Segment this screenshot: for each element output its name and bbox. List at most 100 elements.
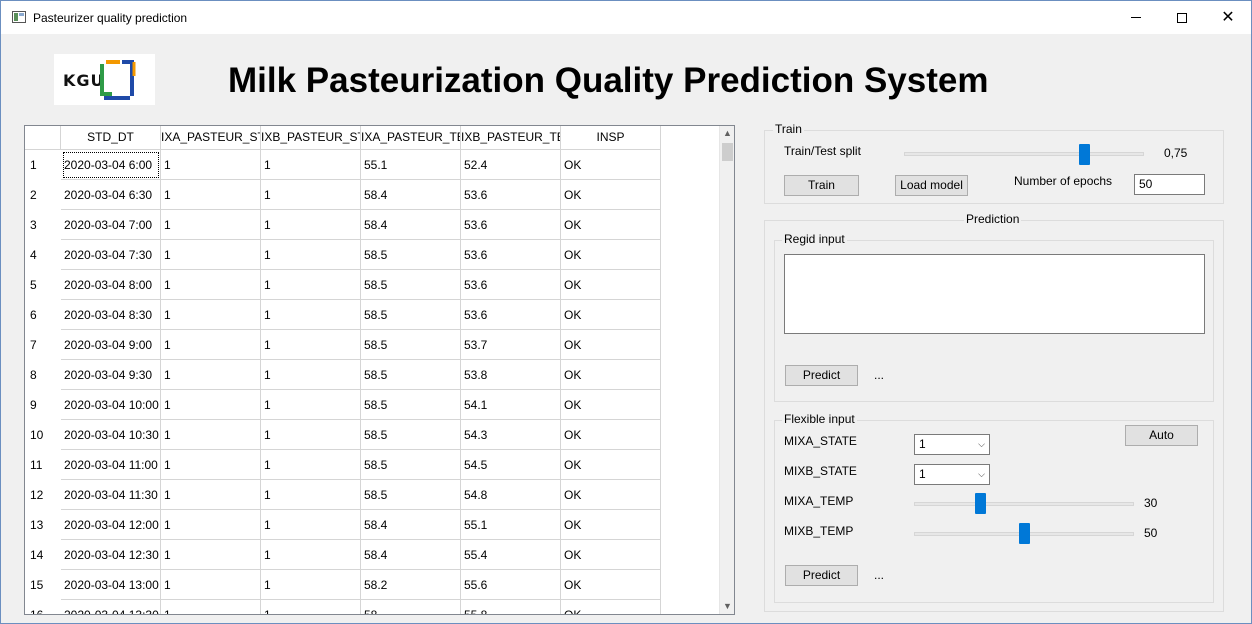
- table-cell[interactable]: 2020-03-04 10:00: [61, 390, 161, 420]
- table-row[interactable]: 12 2020-03-04 11:30 1 1 58.5 54.8 OK: [25, 480, 661, 510]
- row-number[interactable]: 9: [25, 390, 61, 420]
- split-slider-track[interactable]: [904, 152, 1144, 156]
- row-header-corner[interactable]: [25, 126, 61, 150]
- table-cell[interactable]: OK: [561, 450, 661, 480]
- table-cell[interactable]: 1: [161, 570, 261, 600]
- table-cell[interactable]: 1: [161, 420, 261, 450]
- train-button[interactable]: Train: [784, 175, 859, 196]
- table-cell[interactable]: 1: [261, 210, 361, 240]
- table-cell[interactable]: OK: [561, 330, 661, 360]
- row-number[interactable]: 11: [25, 450, 61, 480]
- maximize-button[interactable]: [1159, 1, 1205, 34]
- table-cell[interactable]: 55.1: [461, 510, 561, 540]
- table-row[interactable]: 14 2020-03-04 12:30 1 1 58.4 55.4 OK: [25, 540, 661, 570]
- table-cell[interactable]: 1: [161, 300, 261, 330]
- table-cell[interactable]: OK: [561, 510, 661, 540]
- table-cell[interactable]: 54.1: [461, 390, 561, 420]
- table-cell[interactable]: 1: [261, 390, 361, 420]
- table-cell[interactable]: 2020-03-04 10:30: [61, 420, 161, 450]
- table-cell[interactable]: 55.4: [461, 540, 561, 570]
- table-cell[interactable]: 1: [161, 540, 261, 570]
- table-cell[interactable]: 1: [261, 300, 361, 330]
- table-cell[interactable]: 1: [161, 600, 261, 614]
- row-number[interactable]: 8: [25, 360, 61, 390]
- table-cell[interactable]: 1: [261, 420, 361, 450]
- table-cell[interactable]: 53.6: [461, 300, 561, 330]
- table-cell[interactable]: 58.5: [361, 390, 461, 420]
- table-cell[interactable]: 1: [261, 600, 361, 614]
- epochs-input[interactable]: 50: [1134, 174, 1205, 195]
- table-cell[interactable]: 1: [261, 570, 361, 600]
- data-table[interactable]: STD_DT IXA_PASTEUR_STA IXB_PASTEUR_STA IXA_…: [24, 125, 735, 615]
- table-cell[interactable]: OK: [561, 300, 661, 330]
- regid-input-field[interactable]: [784, 254, 1205, 334]
- table-row[interactable]: 10 2020-03-04 10:30 1 1 58.5 54.3 OK: [25, 420, 661, 450]
- mixb-state-select[interactable]: 1 ⌵: [914, 464, 990, 485]
- table-cell[interactable]: 1: [161, 270, 261, 300]
- table-cell[interactable]: 53.6: [461, 210, 561, 240]
- table-scrollbar[interactable]: ▲ ▼: [719, 126, 734, 614]
- mixb-temp-slider-thumb[interactable]: [1019, 523, 1030, 544]
- table-cell[interactable]: 53.8: [461, 360, 561, 390]
- table-cell[interactable]: 1: [161, 180, 261, 210]
- table-cell[interactable]: 58.5: [361, 240, 461, 270]
- table-cell[interactable]: 54.8: [461, 480, 561, 510]
- row-number[interactable]: 5: [25, 270, 61, 300]
- table-cell[interactable]: OK: [561, 540, 661, 570]
- row-number[interactable]: 2: [25, 180, 61, 210]
- load-model-button[interactable]: Load model: [895, 175, 968, 196]
- table-cell[interactable]: 1: [261, 270, 361, 300]
- table-cell[interactable]: 2020-03-04 13:00: [61, 570, 161, 600]
- auto-button[interactable]: Auto: [1125, 425, 1198, 446]
- table-cell[interactable]: 1: [161, 210, 261, 240]
- table-cell[interactable]: 58.5: [361, 480, 461, 510]
- row-number[interactable]: 6: [25, 300, 61, 330]
- table-row[interactable]: 5 2020-03-04 8:00 1 1 58.5 53.6 OK: [25, 270, 661, 300]
- table-cell[interactable]: 2020-03-04 7:30: [61, 240, 161, 270]
- column-header[interactable]: STD_DT: [61, 126, 161, 150]
- table-cell[interactable]: 55.6: [461, 570, 561, 600]
- table-cell[interactable]: 53.6: [461, 240, 561, 270]
- table-row[interactable]: 3 2020-03-04 7:00 1 1 58.4 53.6 OK: [25, 210, 661, 240]
- table-cell[interactable]: 2020-03-04 8:30: [61, 300, 161, 330]
- row-number[interactable]: 3: [25, 210, 61, 240]
- table-cell[interactable]: 2020-03-04 6:00: [61, 150, 161, 180]
- flexible-predict-button[interactable]: Predict: [785, 565, 858, 586]
- table-cell[interactable]: 58.5: [361, 360, 461, 390]
- table-cell[interactable]: 1: [161, 480, 261, 510]
- table-cell[interactable]: OK: [561, 420, 661, 450]
- row-number[interactable]: 10: [25, 420, 61, 450]
- scroll-thumb[interactable]: [722, 143, 733, 161]
- table-cell[interactable]: 58.5: [361, 450, 461, 480]
- table-cell[interactable]: 1: [161, 510, 261, 540]
- column-header[interactable]: IXA_PASTEUR_TEM: [361, 126, 461, 150]
- table-row[interactable]: 13 2020-03-04 12:00 1 1 58.4 55.1 OK: [25, 510, 661, 540]
- table-cell[interactable]: 58.4: [361, 180, 461, 210]
- table-cell[interactable]: 2020-03-04 6:30: [61, 180, 161, 210]
- table-cell[interactable]: OK: [561, 150, 661, 180]
- table-cell[interactable]: 1: [261, 330, 361, 360]
- table-cell[interactable]: 2020-03-04 12:00: [61, 510, 161, 540]
- table-cell[interactable]: 53.7: [461, 330, 561, 360]
- table-cell[interactable]: 58.5: [361, 270, 461, 300]
- table-cell[interactable]: 58.4: [361, 540, 461, 570]
- table-cell[interactable]: 55.1: [361, 150, 461, 180]
- column-header[interactable]: IXB_PASTEUR_STA: [261, 126, 361, 150]
- table-cell[interactable]: 58.5: [361, 330, 461, 360]
- table-cell[interactable]: 58.4: [361, 510, 461, 540]
- table-cell[interactable]: 1: [261, 480, 361, 510]
- table-cell[interactable]: 58.5: [361, 300, 461, 330]
- mixa-temp-slider-track[interactable]: [914, 502, 1134, 506]
- close-button[interactable]: ✕: [1205, 1, 1251, 34]
- table-cell[interactable]: 2020-03-04 7:00: [61, 210, 161, 240]
- table-row[interactable]: 11 2020-03-04 11:00 1 1 58.5 54.5 OK: [25, 450, 661, 480]
- table-cell[interactable]: 2020-03-04 9:30: [61, 360, 161, 390]
- table-row[interactable]: 9 2020-03-04 10:00 1 1 58.5 54.1 OK: [25, 390, 661, 420]
- table-row[interactable]: 6 2020-03-04 8:30 1 1 58.5 53.6 OK: [25, 300, 661, 330]
- table-cell[interactable]: 53.6: [461, 180, 561, 210]
- table-cell[interactable]: 54.5: [461, 450, 561, 480]
- table-cell[interactable]: OK: [561, 600, 661, 614]
- table-cell[interactable]: 58: [361, 600, 461, 614]
- row-number[interactable]: 15: [25, 570, 61, 600]
- table-cell[interactable]: 1: [261, 450, 361, 480]
